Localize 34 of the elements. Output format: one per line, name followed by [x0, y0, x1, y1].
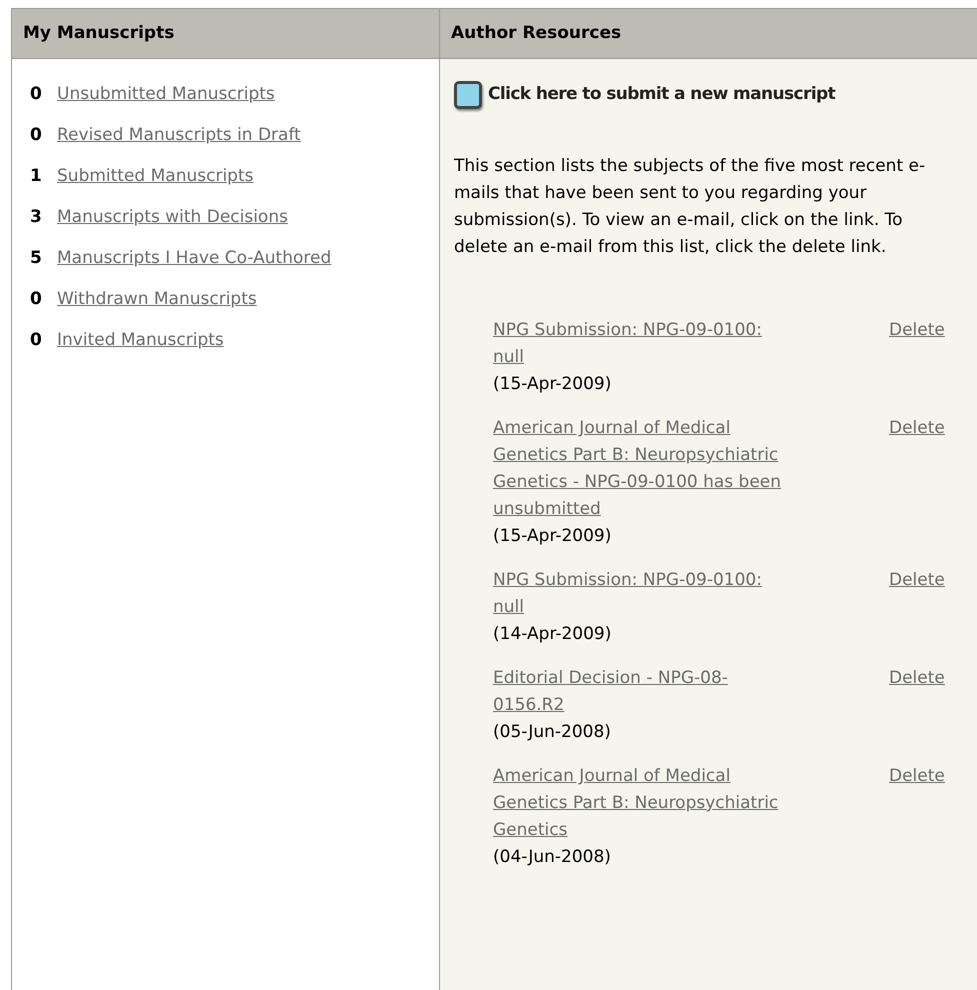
manuscript-link[interactable]: Submitted Manuscripts [57, 165, 357, 187]
email-date: (14-Apr-2009) [493, 623, 612, 646]
delete-link[interactable]: Delete [889, 567, 945, 594]
manuscript-count: 1 [30, 165, 43, 187]
manuscript-link[interactable]: Unsubmitted Manuscripts [57, 83, 357, 105]
email-date: (15-Apr-2009) [493, 373, 612, 396]
email-date: (15-Apr-2009) [493, 525, 612, 548]
column-header: Author Resources [440, 9, 977, 59]
checkbox-icon [454, 81, 482, 109]
email-subject-link[interactable]: NPG Submission: NPG-09-0100: null [493, 567, 783, 621]
description-text: This section lists the subjects of the five most recent e-mails that have been sent to you regarding your submission(s). To view an e-mail, click on the link. To delete an e-mail from this list, click the delete link. [454, 155, 926, 259]
delete-link[interactable]: Delete [889, 665, 945, 692]
column-header: My Manuscripts [12, 9, 439, 59]
email-subject-link[interactable]: American Journal of Medical Genetics Part B: Neuropsychiatric Genetics [493, 763, 783, 844]
submit-manuscript-button[interactable]: Click here to submit a new manuscript [454, 81, 836, 109]
manuscript-link[interactable]: Manuscripts with Decisions [57, 206, 357, 228]
email-subject-link[interactable]: NPG Submission: NPG-09-0100: null [493, 317, 783, 371]
manuscript-link[interactable]: Invited Manuscripts [57, 329, 357, 351]
manuscript-link[interactable]: Revised Manuscripts in Draft [57, 124, 357, 146]
manuscript-link[interactable]: Withdrawn Manuscripts [57, 288, 357, 310]
delete-link[interactable]: Delete [889, 415, 945, 442]
delete-link[interactable]: Delete [889, 763, 945, 790]
manuscript-count: 0 [30, 288, 43, 310]
email-date: (05-Jun-2008) [493, 721, 611, 744]
email-date: (04-Jun-2008) [493, 846, 611, 869]
manuscript-count: 3 [30, 206, 43, 228]
manuscript-count: 0 [30, 83, 43, 105]
delete-link[interactable]: Delete [889, 317, 945, 344]
email-subject-link[interactable]: American Journal of Medical Genetics Part B: Neuropsychiatric Genetics - NPG-09-0100 has been unsubmitted [493, 415, 783, 523]
email-subject-link[interactable]: Editorial Decision - NPG-08-0156.R2 [493, 665, 783, 719]
manuscript-count: 5 [30, 247, 43, 269]
manuscript-count: 0 [30, 329, 43, 351]
manuscript-link[interactable]: Manuscripts I Have Co-Authored [57, 247, 357, 269]
manuscript-count: 0 [30, 124, 43, 146]
